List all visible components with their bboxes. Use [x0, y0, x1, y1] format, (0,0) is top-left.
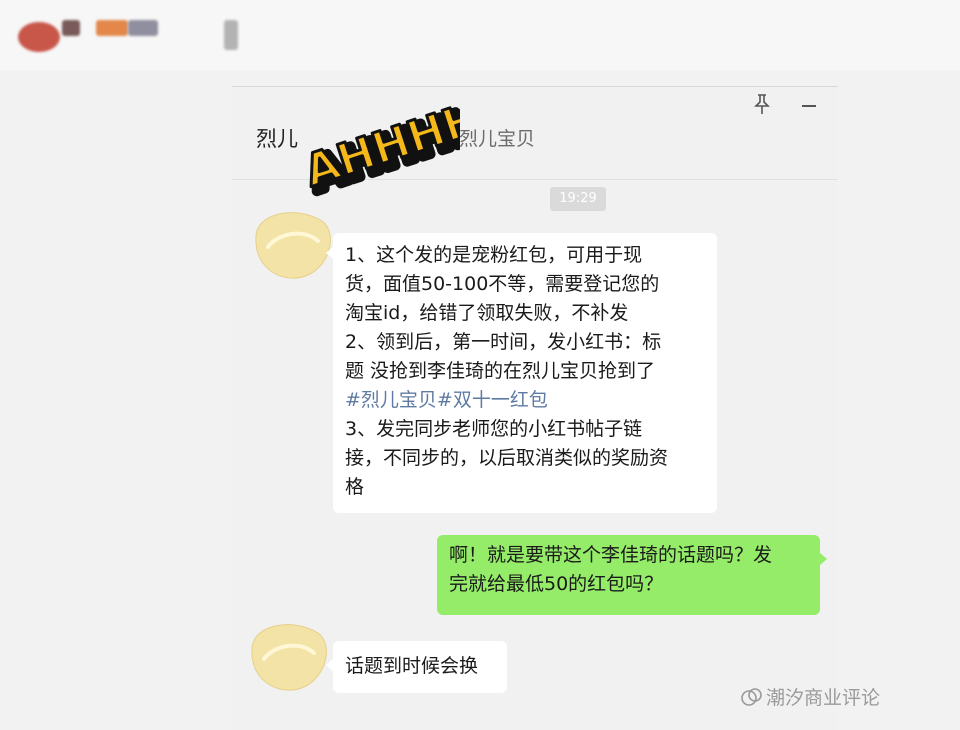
message-line: 话题到时候会换: [345, 655, 479, 677]
blurred-block: [224, 20, 238, 50]
watermark-text: 潮汐商业评论: [766, 687, 881, 709]
contact-avatar[interactable]: [242, 619, 330, 695]
message-bubble-outgoing[interactable]: 啊！就是要带这个李佳琦的话题吗？发 完就给最低50的红包吗？: [437, 535, 820, 615]
watermark-logo-icon: [741, 687, 762, 706]
chat-pane: 烈儿 @烈儿宝贝 AHHHH! AHHHH! 19:29 1、这个发的是宠粉红包…: [232, 86, 838, 730]
message-line: 题 没抢到李佳琦的在烈儿宝贝抢到了: [345, 360, 656, 382]
bubble-tail: [820, 553, 827, 565]
bubble-tail: [326, 247, 333, 259]
minimize-icon[interactable]: [802, 105, 816, 107]
blurred-avatar: [18, 22, 60, 52]
message-line: 格: [345, 476, 365, 498]
top-strip: [0, 0, 960, 70]
contact-avatar[interactable]: [246, 207, 334, 283]
message-line: 淘宝id，给错了领取失败，不补发: [345, 302, 629, 324]
message-line: 2、领到后，第一时间，发小红书：标: [345, 331, 662, 353]
message-line: 接，不同步的，以后取消类似的奖励资: [345, 447, 669, 469]
message-line: 货，面值50-100不等，需要登记您的: [345, 273, 660, 295]
pin-icon[interactable]: [752, 93, 772, 115]
blurred-block: [96, 20, 128, 36]
message-line: 啊！就是要带这个李佳琦的话题吗？发: [449, 544, 773, 566]
message-line: 3、发完同步老师您的小红书帖子链: [345, 418, 643, 440]
watermark: 潮汐商业评论: [740, 683, 880, 710]
message-line: 1、这个发的是宠粉红包，可用于现: [345, 244, 643, 266]
message-bubble-incoming[interactable]: 1、这个发的是宠粉红包，可用于现 货，面值50-100不等，需要登记您的 淘宝i…: [333, 233, 717, 513]
blurred-block: [128, 20, 158, 36]
hashtag-line[interactable]: #烈儿宝贝#双十一红包: [345, 386, 705, 415]
message-timestamp: 19:29: [550, 187, 606, 211]
blurred-block: [62, 20, 80, 36]
ahhhh-sticker: AHHHH! AHHHH!: [297, 93, 460, 203]
bubble-tail: [326, 659, 333, 671]
message-bubble-incoming[interactable]: 话题到时候会换: [333, 641, 507, 693]
message-line: 完就给最低50的红包吗？: [449, 573, 664, 595]
